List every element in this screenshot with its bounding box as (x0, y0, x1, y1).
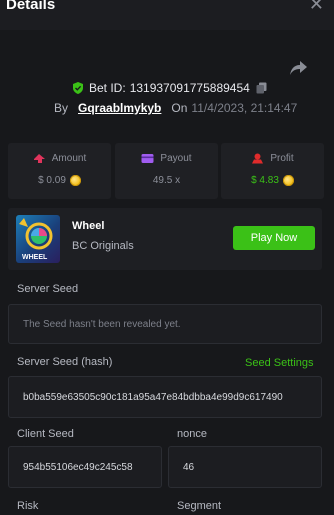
risk-label: Risk (17, 500, 39, 512)
payout-card: Payout 49.5 x (115, 143, 218, 199)
profit-card: Profit $ 4.83 (221, 143, 324, 199)
segment-label: Segment (177, 500, 222, 512)
game-card: WHEEL Wheel BC Originals Play Now (8, 208, 322, 270)
share-icon[interactable] (288, 58, 308, 78)
copy-icon[interactable] (256, 82, 267, 94)
game-provider: BC Originals (72, 240, 134, 252)
amount-value: $ 0.09 (38, 175, 66, 186)
game-thumbnail[interactable]: WHEEL (16, 215, 60, 263)
bet-id-label: Bet ID: (89, 81, 126, 95)
client-seed-label: Client Seed (17, 428, 74, 440)
game-name[interactable]: Wheel (72, 220, 104, 232)
bet-date: 11/4/2023, 21:14:47 (191, 101, 298, 115)
game-thumb-label: WHEEL (22, 254, 48, 261)
nonce-field[interactable]: 46 (168, 446, 322, 488)
profit-icon (252, 153, 264, 164)
amount-icon (33, 154, 45, 163)
on-label: On (171, 101, 188, 115)
amount-label: Amount (51, 153, 87, 164)
user-link[interactable]: Gqraablmykyb (78, 101, 161, 115)
page-title: Details (6, 0, 56, 13)
wheel-thumbnail-icon: WHEEL (19, 218, 53, 261)
payout-label: Payout (160, 153, 192, 164)
shield-check-icon (73, 82, 83, 94)
nonce-label: nonce (177, 428, 207, 440)
server-seed-field: The Seed hasn't been revealed yet. (8, 304, 322, 344)
server-seed-label: Server Seed (17, 283, 79, 295)
amount-card: Amount $ 0.09 (8, 143, 111, 199)
bet-id-value: 131937091775889454 (129, 81, 250, 95)
profit-label: Profit (270, 153, 294, 164)
payout-icon (141, 154, 154, 163)
close-icon[interactable]: ✕ (309, 0, 324, 15)
profit-value: $ 4.83 (251, 175, 279, 186)
client-seed-field[interactable]: 954b55106ec49c245c58 (8, 446, 162, 488)
coin-icon (282, 175, 294, 186)
bet-byline: By Gqraablmykyb On 11/4/2023, 21:14:47 (54, 100, 297, 116)
seed-settings-link[interactable]: Seed Settings (245, 357, 314, 369)
payout-value: 49.5 x (152, 175, 181, 186)
server-seed-hash-label: Server Seed (hash) (17, 356, 113, 368)
server-seed-hash-field[interactable]: b0ba559e63505c90c181a95a47e84bdbba4e99d9… (8, 376, 322, 418)
bet-id-row: Bet ID: 131937091775889454 (72, 80, 267, 96)
by-label: By (54, 101, 69, 115)
coin-icon (69, 175, 81, 186)
play-now-button[interactable]: Play Now (233, 226, 315, 250)
details-header: Details ✕ (0, 0, 334, 30)
